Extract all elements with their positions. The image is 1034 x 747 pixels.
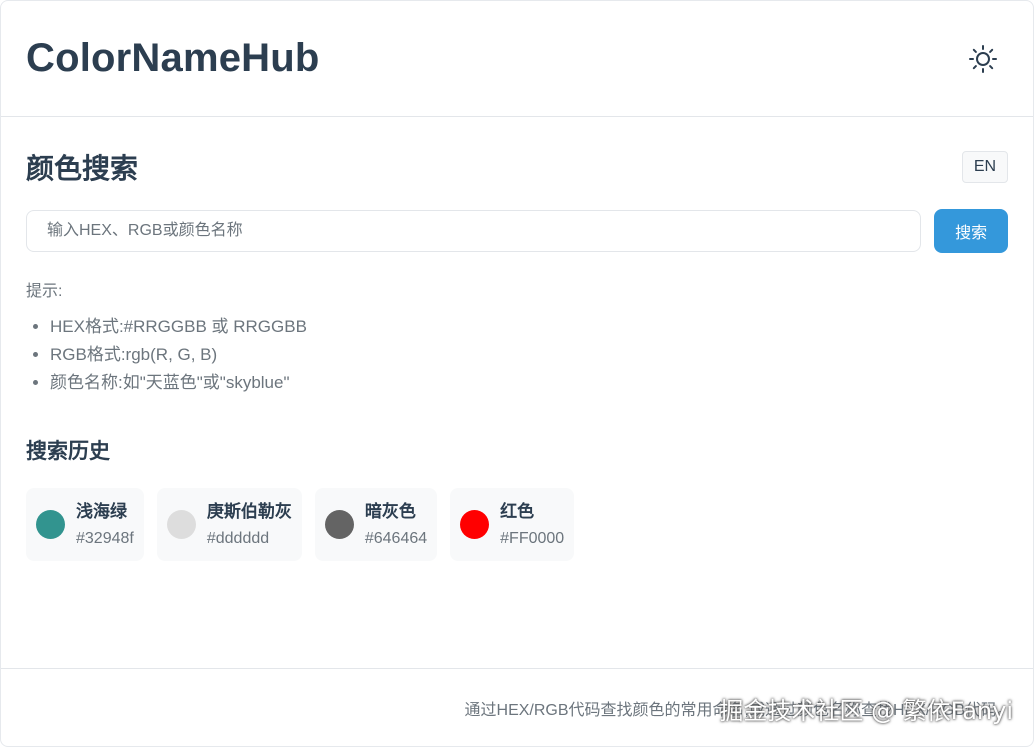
color-swatch	[324, 510, 354, 539]
tips-list: HEX格式:#RRGGBB 或 RRGGBB RGB格式:rgb(R, G, B…	[26, 313, 1008, 397]
color-swatch	[166, 510, 196, 539]
theme-toggle-button[interactable]	[967, 43, 999, 75]
tips-panel: 提示: HEX格式:#RRGGBB 或 RRGGBB RGB格式:rgb(R, …	[26, 277, 1008, 397]
history-item[interactable]: 浅海绿 #32948f	[26, 488, 144, 561]
tip-item: 颜色名称:如"天蓝色"或"skyblue"	[50, 369, 1008, 397]
color-hex: #646464	[364, 530, 428, 547]
language-toggle-button[interactable]: EN	[962, 151, 1008, 183]
main-content: 颜色搜索 EN 搜索 提示: HEX格式:#RRGGBB 或 RRGGBB RG…	[1, 149, 1033, 561]
history-item[interactable]: 红色 #FF0000	[450, 488, 575, 561]
color-hex: #FF0000	[500, 530, 565, 547]
color-swatch	[36, 510, 65, 539]
history-title: 搜索历史	[26, 440, 110, 463]
color-name: 红色	[500, 502, 535, 521]
tips-label: 提示:	[26, 283, 63, 300]
color-hex: #dddddd	[206, 530, 270, 547]
color-name: 庚斯伯勒灰	[206, 502, 292, 521]
watermark: 掘金技术社区 @ 繁依Fanyi	[719, 697, 1013, 725]
search-button[interactable]: 搜索	[934, 209, 1008, 253]
sun-icon	[969, 44, 997, 73]
app-title: ColorNameHub	[26, 36, 320, 80]
header: ColorNameHub	[1, 1, 1033, 117]
history-item[interactable]: 暗灰色 #646464	[314, 488, 438, 561]
history-item[interactable]: 庚斯伯勒灰 #dddddd	[156, 488, 302, 561]
color-name: 暗灰色	[364, 502, 416, 521]
tip-item: RGB格式:rgb(R, G, B)	[50, 341, 1008, 369]
search-input[interactable]	[26, 210, 922, 252]
search-bar: 搜索	[26, 209, 1008, 253]
color-name: 浅海绿	[76, 502, 127, 521]
tip-item: HEX格式:#RRGGBB 或 RRGGBB	[50, 313, 1008, 341]
color-swatch	[460, 510, 490, 539]
search-section-title: 颜色搜索	[26, 153, 139, 184]
app-window: ColorNameHub 颜色搜索 EN 搜索 提示:	[0, 0, 1034, 747]
history-list: 浅海绿 #32948f 庚斯伯勒灰 #dddddd 暗灰色 #646464 红色…	[26, 488, 1008, 561]
search-section-header: 颜色搜索 EN	[26, 149, 1008, 185]
color-hex: #32948f	[76, 530, 134, 547]
